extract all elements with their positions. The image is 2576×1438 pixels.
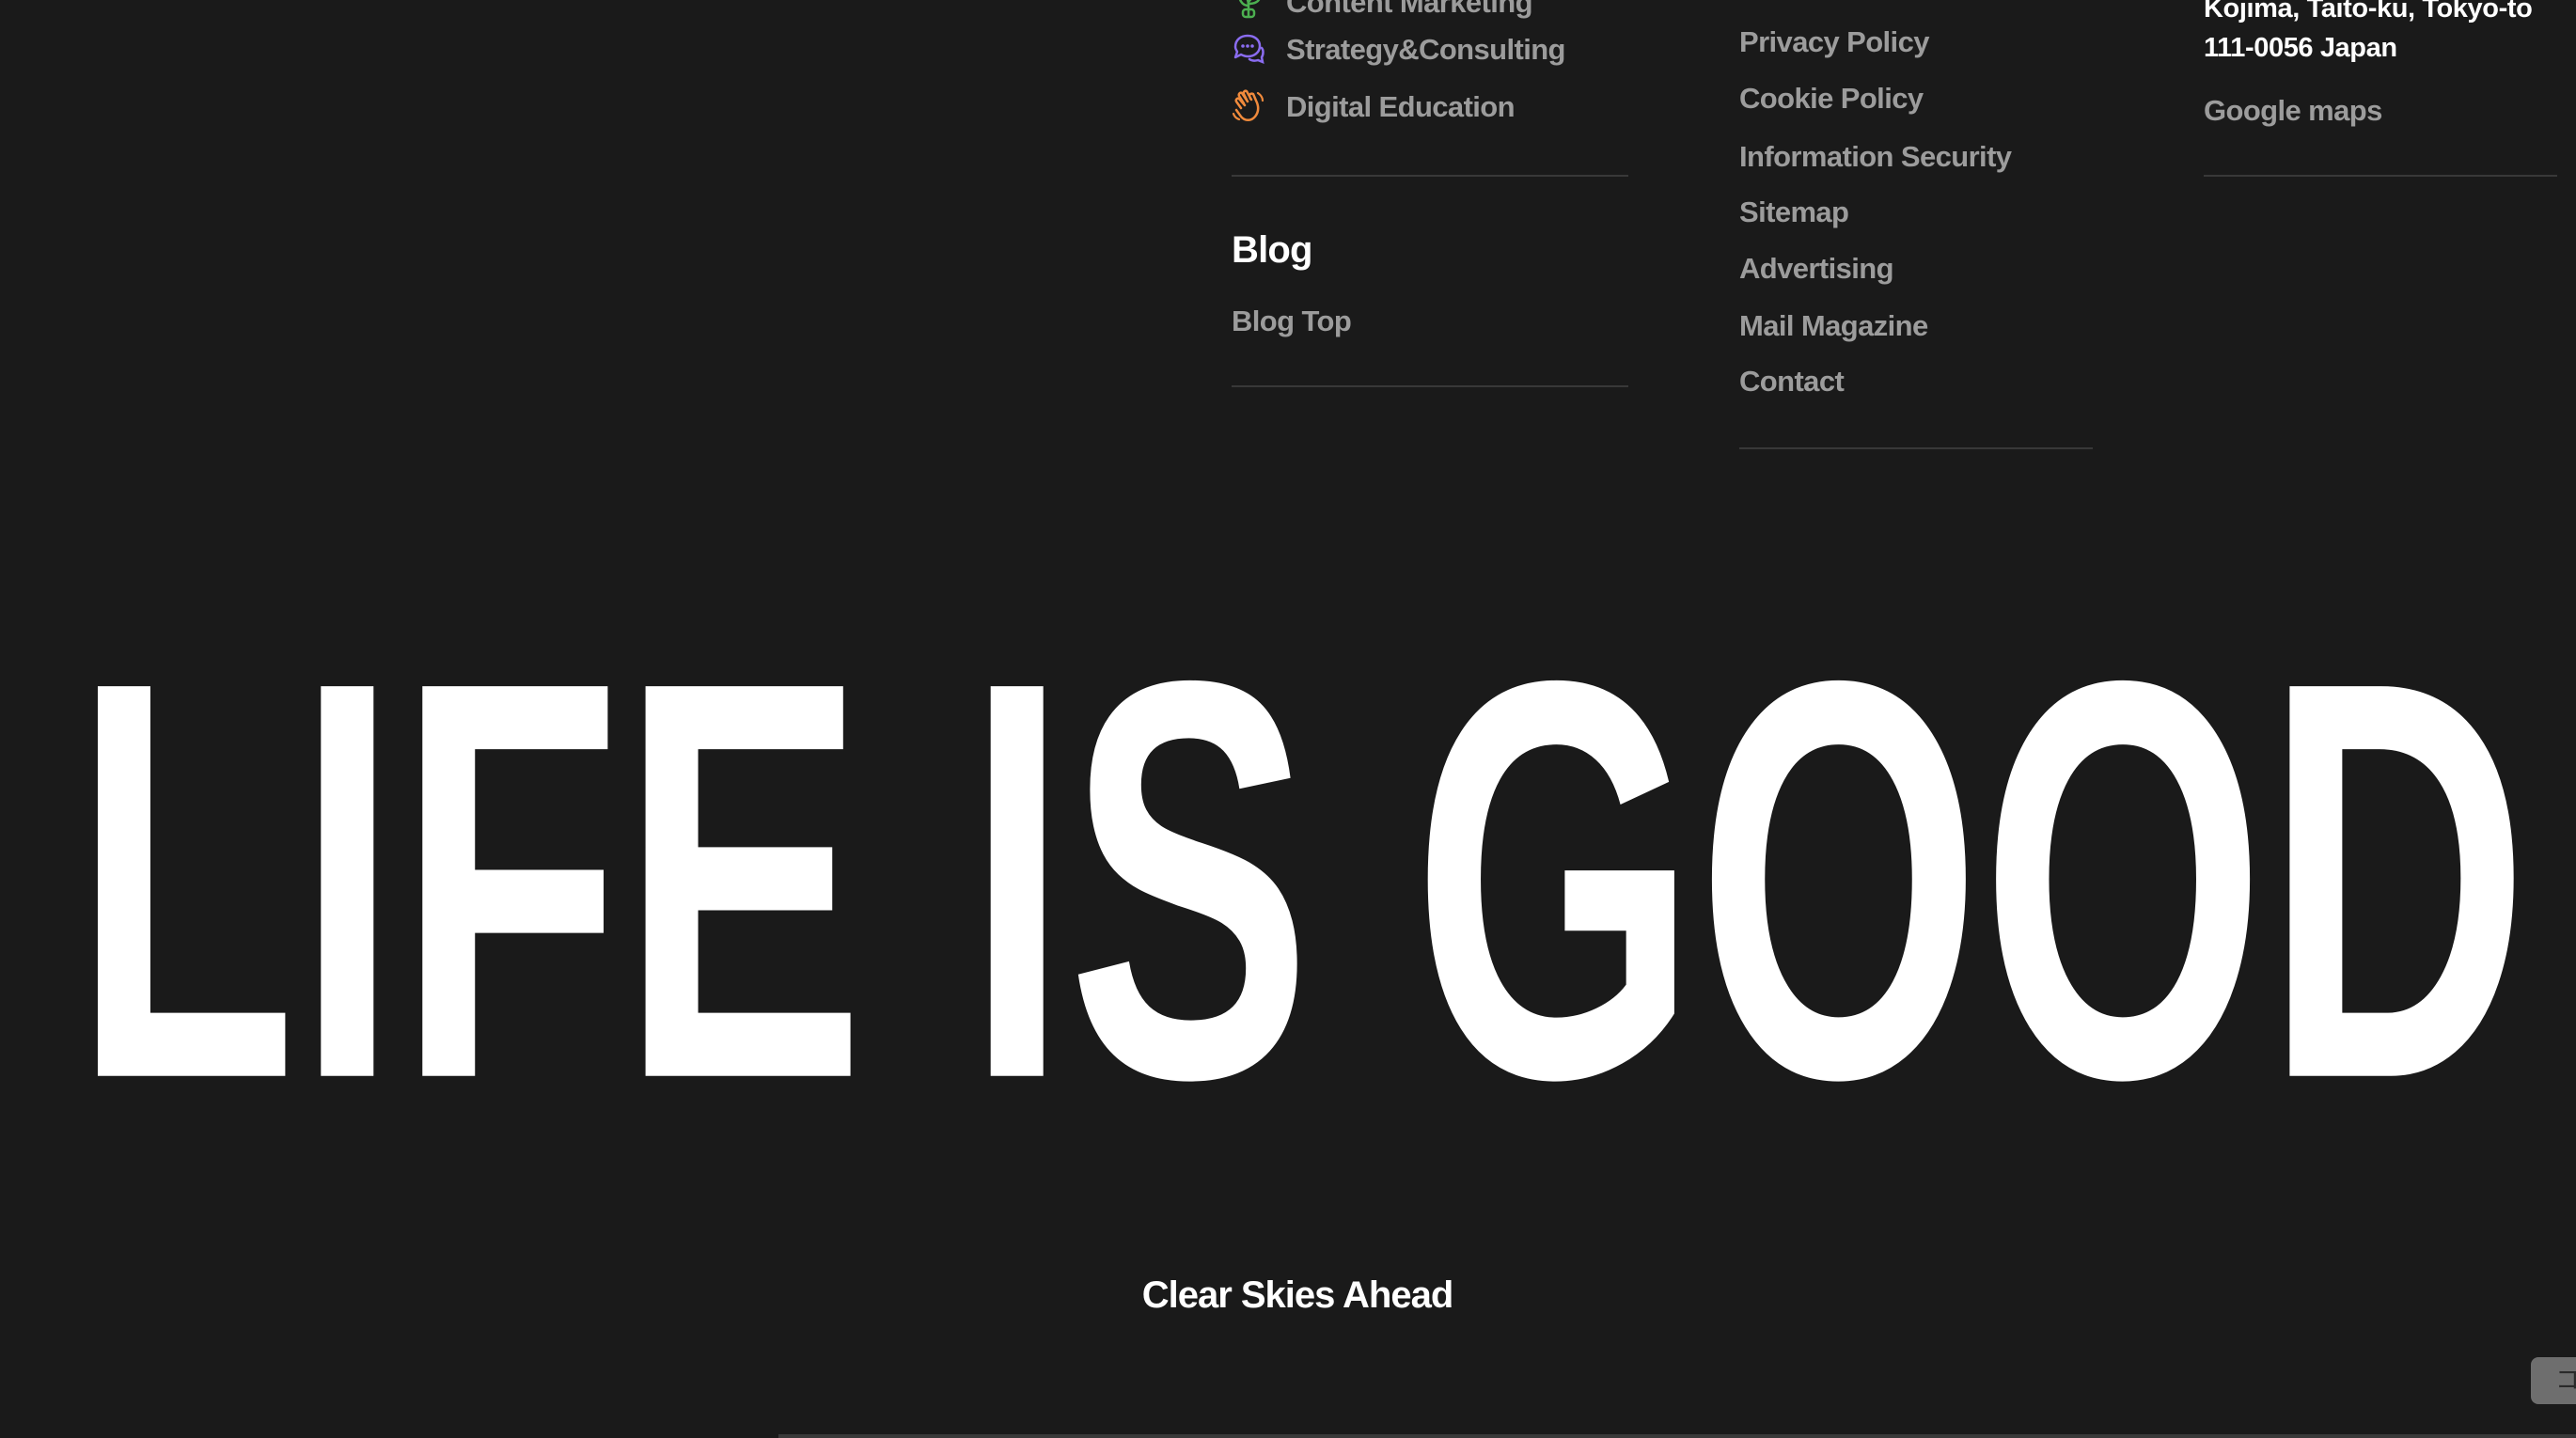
plant-icon bbox=[1232, 0, 1265, 19]
service-link[interactable]: Content Marketing bbox=[1286, 0, 1533, 17]
divider bbox=[1232, 175, 1628, 177]
tagline: Clear Skies Ahead bbox=[1141, 1274, 1454, 1316]
service-item-content-marketing[interactable]: Content Marketing bbox=[1232, 0, 1533, 19]
service-link[interactable]: Digital Education bbox=[1286, 92, 1516, 121]
hero-wordmark: LIFE IS GOOD bbox=[73, 632, 2529, 1120]
divider bbox=[2204, 175, 2557, 177]
service-item-digital-education[interactable]: Digital Education bbox=[1232, 89, 1516, 123]
mail-magazine-link[interactable]: Mail Magazine bbox=[1739, 311, 1928, 340]
service-item-strategy-consulting[interactable]: Strategy&Consulting bbox=[1232, 32, 1565, 66]
address-line-2: 111-0056 Japan bbox=[2204, 33, 2397, 63]
hero-text: LIFE IS GOOD bbox=[73, 632, 2529, 1120]
sitemap-link[interactable]: Sitemap bbox=[1739, 197, 1849, 227]
privacy-policy-link[interactable]: Privacy Policy bbox=[1739, 27, 1929, 56]
waving-hand-icon bbox=[1232, 89, 1265, 123]
bottom-bar bbox=[778, 1434, 2576, 1438]
blog-heading: Blog bbox=[1232, 229, 1312, 271]
divider bbox=[1739, 447, 2093, 449]
contact-link[interactable]: Contact bbox=[1739, 367, 1845, 396]
google-maps-link[interactable]: Google maps bbox=[2204, 96, 2382, 125]
side-tab-button[interactable]: コ bbox=[2531, 1357, 2576, 1404]
advertising-link[interactable]: Advertising bbox=[1739, 254, 1894, 283]
cookie-policy-link[interactable]: Cookie Policy bbox=[1739, 84, 1924, 113]
information-security-link[interactable]: Information Security bbox=[1739, 142, 2012, 171]
service-link[interactable]: Strategy&Consulting bbox=[1286, 35, 1565, 64]
address-line-1: Kojima, Taito-ku, Tokyo-to bbox=[2204, 0, 2533, 23]
blog-top-link[interactable]: Blog Top bbox=[1232, 306, 1352, 336]
divider bbox=[1232, 385, 1628, 387]
chat-bubbles-icon bbox=[1232, 32, 1265, 66]
